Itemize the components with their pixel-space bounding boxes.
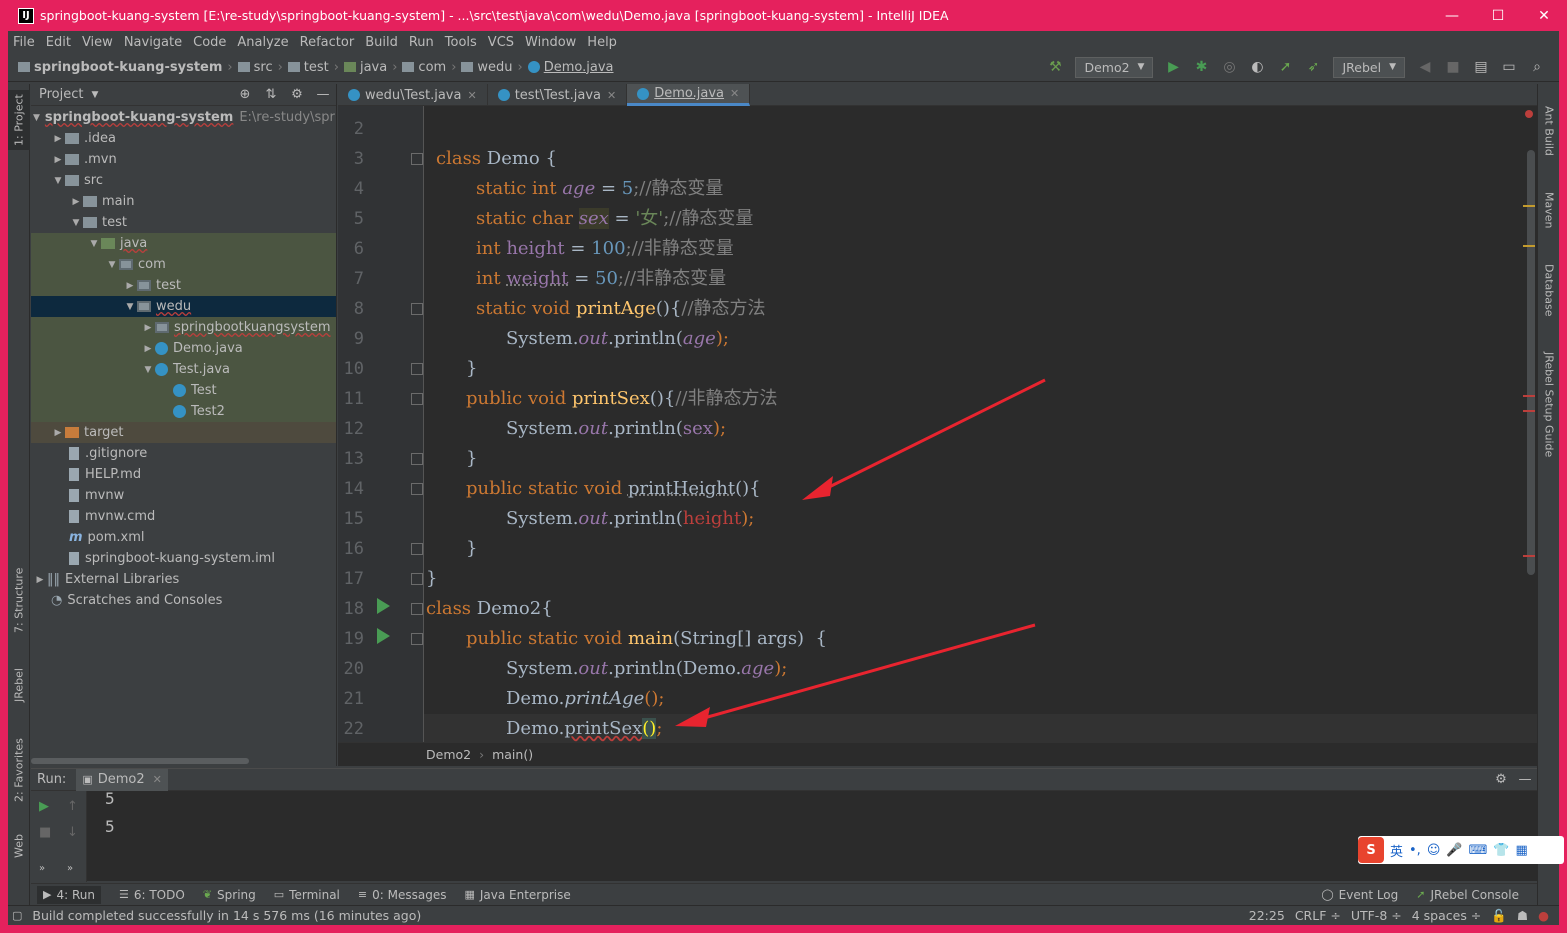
annotation-arrow-1: [802, 378, 1046, 500]
scroll-up-icon[interactable]: ↑: [67, 799, 78, 814]
tool-tab-terminal[interactable]: ▭ Terminal: [274, 888, 340, 902]
java-enterprise-icon: ▦: [464, 888, 475, 901]
ime-toolbar[interactable]: S 英 •, ☺ 🎤 ⌨ 👕 ▦: [1358, 836, 1564, 864]
inspector-icon[interactable]: ☗: [1517, 908, 1528, 923]
error-stripe-mark: [1523, 205, 1535, 207]
run-header: Run: ▣ Demo2 ✕ ⚙ —: [31, 768, 1537, 791]
console-output-line: 5: [105, 817, 115, 836]
keyboard-icon[interactable]: ⌨: [1469, 843, 1488, 858]
notification-icon[interactable]: ●: [1538, 908, 1549, 923]
console-output-line: 5: [105, 789, 115, 808]
toolbox-icon[interactable]: ▦: [1516, 843, 1528, 858]
status-panel-toggle-icon[interactable]: ▢: [12, 909, 22, 922]
run-tool-window: Run: ▣ Demo2 ✕ ⚙ — ▶ ↑ ■ ↓ » » 5 5: [31, 768, 1537, 882]
error-stripe-mark: [1523, 245, 1535, 247]
tool-tab-java-enterprise[interactable]: ▦ Java Enterprise: [464, 888, 570, 902]
spring-icon: ❦: [202, 888, 213, 901]
tool-tab-run[interactable]: ▶ 4: Run: [37, 885, 101, 904]
run-toolbar: ▶ ↑ ■ ↓ » »: [31, 791, 87, 882]
indent-setting[interactable]: 4 spaces ÷: [1412, 908, 1482, 923]
run-tab-demo2[interactable]: ▣ Demo2 ✕: [76, 768, 168, 791]
caret-position[interactable]: 22:25: [1249, 908, 1285, 923]
scroll-down-icon[interactable]: ↓: [67, 825, 78, 840]
more-icon[interactable]: »: [67, 863, 73, 874]
error-stripe-mark: [1523, 395, 1535, 397]
line-separator[interactable]: CRLF ÷: [1295, 908, 1341, 923]
skin-icon[interactable]: 👕: [1493, 843, 1509, 858]
run-config-icon: ▣: [82, 773, 93, 786]
more-icon[interactable]: »: [39, 863, 45, 874]
messages-icon: ≡: [357, 888, 368, 901]
tool-tab-todo[interactable]: ☰ 6: TODO: [119, 888, 185, 902]
rerun-icon[interactable]: ▶: [39, 799, 49, 814]
sogou-logo-icon: S: [1358, 837, 1384, 863]
microphone-icon[interactable]: 🎤: [1446, 843, 1462, 858]
tool-tab-spring[interactable]: ❦ Spring: [203, 888, 256, 902]
status-bar: ▢ Build completed successfully in 14 s 5…: [8, 905, 1559, 925]
tool-tab-event-log[interactable]: ◯ Event Log: [1321, 888, 1398, 902]
annotation-arrow-2: [675, 623, 1036, 727]
editor-crumb-class[interactable]: Demo2: [426, 747, 471, 762]
error-stripe-mark: [1523, 410, 1535, 412]
tool-tab-jrebel-console[interactable]: ➚ JRebel Console: [1416, 888, 1519, 902]
file-encoding[interactable]: UTF-8 ÷: [1351, 908, 1402, 923]
run-label: Run:: [37, 772, 67, 787]
editor-crumb-method[interactable]: main(): [492, 747, 533, 762]
gear-icon[interactable]: ⚙: [1489, 772, 1513, 787]
ime-lang[interactable]: 英: [1390, 841, 1403, 860]
lock-icon[interactable]: 🔓: [1491, 908, 1507, 924]
emoji-icon[interactable]: ☺: [1427, 843, 1441, 858]
tool-tab-messages[interactable]: ≡ 0: Messages: [358, 888, 447, 902]
status-message[interactable]: Build completed successfully in 14 s 576…: [32, 908, 421, 923]
bottom-tool-tabs: ▶ 4: Run ☰ 6: TODO ❦ Spring ▭ Terminal ≡ 0: M…: [31, 883, 1537, 905]
todo-icon: ☰: [118, 888, 129, 901]
jrebel-icon: ➚: [1416, 888, 1426, 901]
terminal-icon: ▭: [273, 888, 285, 901]
hide-panel-icon[interactable]: —: [1513, 772, 1537, 787]
punctuation-icon[interactable]: •,: [1409, 843, 1421, 858]
editor-breadcrumbs: Demo2 › main(): [338, 742, 1537, 766]
stop-icon[interactable]: ■: [39, 825, 51, 840]
event-log-icon: ◯: [1321, 888, 1334, 901]
close-icon[interactable]: ✕: [153, 773, 162, 786]
run-icon: ▶: [43, 888, 52, 901]
error-indicator-icon: [1525, 110, 1533, 118]
error-stripe-mark: [1523, 555, 1535, 557]
